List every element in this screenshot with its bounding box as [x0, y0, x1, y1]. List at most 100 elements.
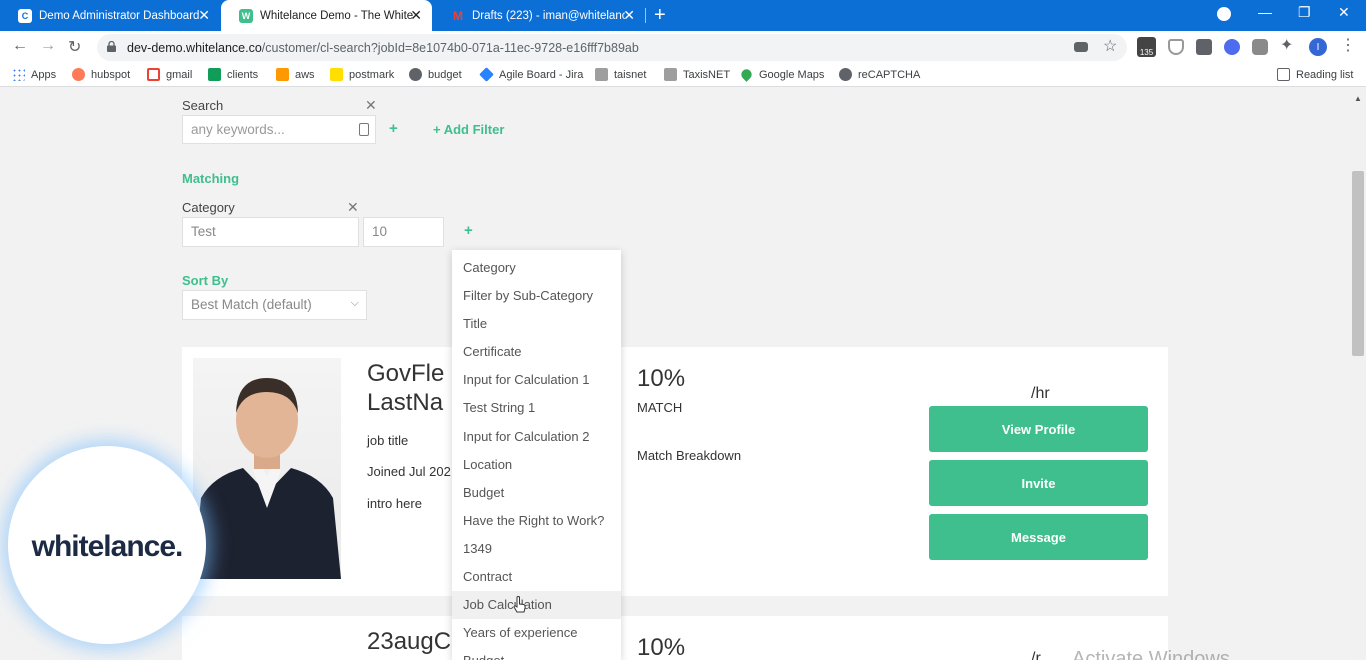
candidate-name[interactable]: GovFle	[367, 360, 444, 388]
minimize-icon[interactable]: —	[1258, 4, 1272, 20]
bookmark-jira[interactable]: Agile Board - Jira	[479, 67, 584, 82]
bookmark-label: gmail	[166, 68, 193, 81]
search-input[interactable]: any keywords...	[182, 115, 376, 144]
bookmark-google-maps[interactable]: Google Maps	[739, 67, 825, 82]
scroll-thumb[interactable]	[1352, 171, 1364, 356]
tab-separator	[645, 8, 646, 23]
bookmark-hubspot[interactable]: hubspot	[72, 68, 130, 81]
category-label: Category	[182, 200, 235, 215]
screenshot-extension-icon[interactable]	[1252, 39, 1268, 55]
dropdown-option[interactable]: Budget	[452, 647, 621, 660]
match-percentage: 10%	[637, 634, 686, 660]
dropdown-option[interactable]: Job Calculation	[452, 591, 621, 620]
dropdown-option[interactable]: Category	[452, 254, 621, 282]
bookmark-clients[interactable]: clients	[208, 68, 258, 81]
address-bar[interactable]: dev-demo.whitelance.co/customer/cl-searc…	[97, 34, 1127, 61]
bookmark-aws[interactable]: aws	[276, 68, 315, 81]
scroll-up-icon[interactable]: ▲	[1354, 94, 1362, 103]
close-tab-icon[interactable]: ✕	[410, 7, 422, 24]
forward-icon[interactable]: →	[40, 37, 56, 55]
page-scrollbar[interactable]: ▲	[1350, 88, 1366, 660]
view-profile-button[interactable]: View Profile	[929, 406, 1148, 452]
bookmark-star-icon[interactable]: ☆	[1103, 36, 1117, 56]
bookmark-label: hubspot	[91, 68, 131, 81]
message-button[interactable]: Message	[929, 514, 1148, 560]
dropdown-option[interactable]: Input for Calculation 1	[452, 366, 621, 394]
tab-title: Whitelance Demo - The White La	[260, 9, 415, 22]
bookmark-label: budget	[428, 68, 462, 81]
gear-extension-icon[interactable]	[1224, 39, 1240, 55]
remove-search-icon[interactable]: ✕	[365, 97, 377, 114]
candidate-name[interactable]: 23augC	[367, 628, 451, 656]
remove-category-icon[interactable]: ✕	[347, 199, 359, 216]
page-content: Search ✕ any keywords... + + Add Filter …	[0, 88, 1350, 660]
url-host: dev-demo.whitelance.co	[127, 40, 262, 55]
dropdown-option[interactable]: Budget	[452, 479, 621, 507]
dropdown-option[interactable]: Title	[452, 310, 621, 338]
maps-pin-icon	[739, 67, 754, 82]
kebab-menu-icon[interactable]: ⋮	[1340, 35, 1356, 55]
category-weight: 10	[372, 224, 388, 239]
restore-icon[interactable]: ❐	[1298, 4, 1311, 21]
bookmark-label: aws	[295, 68, 315, 81]
dropdown-option[interactable]: Years of experience	[452, 619, 621, 647]
tab-whitelance-demo[interactable]: W Whitelance Demo - The White La ✕	[221, 0, 432, 31]
match-breakdown-link[interactable]: Match Breakdown	[637, 448, 741, 463]
category-weight-input[interactable]: 10	[363, 217, 444, 247]
hourly-rate: /r	[1031, 650, 1041, 660]
add-filter-dropdown: Category Filter by Sub-Category Title Certi…	[452, 250, 621, 660]
camera-icon[interactable]	[1074, 42, 1088, 52]
sort-by-value: Best Match (default)	[191, 297, 312, 312]
category-value-input[interactable]: Test	[182, 217, 359, 247]
bookmark-label: Agile Board - Jira	[499, 68, 584, 81]
tab-search-icon[interactable]	[1217, 7, 1231, 21]
shield-extension-icon[interactable]	[1168, 39, 1184, 55]
hand-cursor-icon	[513, 596, 526, 613]
matching-heading: Matching	[182, 171, 240, 186]
browser-tab-strip: C Demo Administrator Dashboard ✕ W White…	[0, 0, 1366, 31]
invite-button[interactable]: Invite	[929, 460, 1148, 506]
reading-list-icon	[1277, 68, 1290, 81]
dropdown-option[interactable]: 1349	[452, 535, 621, 563]
bookmark-gmail[interactable]: gmail	[147, 68, 192, 81]
add-filter-link[interactable]: + Add Filter	[433, 122, 504, 137]
dropdown-option[interactable]: Have the Right to Work?	[452, 507, 621, 535]
globe-icon	[839, 68, 852, 81]
puzzle-icon[interactable]: ✦	[1280, 35, 1293, 55]
close-tab-icon[interactable]: ✕	[198, 7, 210, 24]
profile-avatar[interactable]: I	[1309, 38, 1327, 56]
dropdown-option[interactable]: Input for Calculation 2	[452, 423, 621, 451]
candidate-last-name[interactable]: LastNa	[367, 389, 443, 417]
sort-by-select[interactable]: Best Match (default) ⌵	[182, 290, 367, 320]
back-icon[interactable]: ←	[12, 37, 28, 55]
bookmark-label: TaxisNET	[683, 68, 731, 81]
candidate-joined-date: Joined Jul 202	[367, 464, 451, 479]
extension-icon[interactable]	[1196, 39, 1212, 55]
dropdown-option[interactable]: Certificate	[452, 338, 621, 366]
bookmark-taisnet[interactable]: taisnet	[595, 68, 646, 81]
bookmark-label: Google Maps	[759, 68, 825, 81]
jira-icon	[479, 67, 494, 82]
add-search-plus-icon[interactable]: +	[389, 120, 398, 137]
bookmark-apps[interactable]: Apps	[12, 68, 56, 81]
close-tab-icon[interactable]: ✕	[623, 7, 635, 24]
tab-admin-dashboard[interactable]: C Demo Administrator Dashboard ✕	[0, 0, 220, 31]
button-label: View Profile	[1001, 421, 1076, 437]
calendar-extension-icon[interactable]: 135	[1137, 37, 1156, 57]
dropdown-option[interactable]: Contract	[452, 563, 621, 591]
tab-gmail-drafts[interactable]: M Drafts (223) - iman@whitelance.c ✕	[433, 0, 645, 31]
close-window-icon[interactable]: ✕	[1338, 4, 1350, 21]
reading-list[interactable]: Reading list	[1277, 68, 1353, 81]
add-matching-plus-icon[interactable]: +	[464, 222, 473, 239]
bookmark-budget[interactable]: budget	[409, 68, 462, 81]
bookmark-taxisnet[interactable]: TaxisNET	[664, 68, 730, 81]
search-field-icon	[359, 123, 369, 136]
new-tab-icon[interactable]: +	[654, 4, 666, 27]
dropdown-option[interactable]: Location	[452, 451, 621, 479]
dropdown-option[interactable]: Filter by Sub-Category	[452, 282, 621, 310]
bookmark-postmark[interactable]: postmark	[330, 68, 394, 81]
bookmark-recaptcha[interactable]: reCAPTCHA	[839, 68, 920, 81]
reload-icon[interactable]: ↻	[68, 37, 81, 57]
taisnet-icon	[595, 68, 608, 81]
dropdown-option[interactable]: Test String 1	[452, 394, 621, 422]
